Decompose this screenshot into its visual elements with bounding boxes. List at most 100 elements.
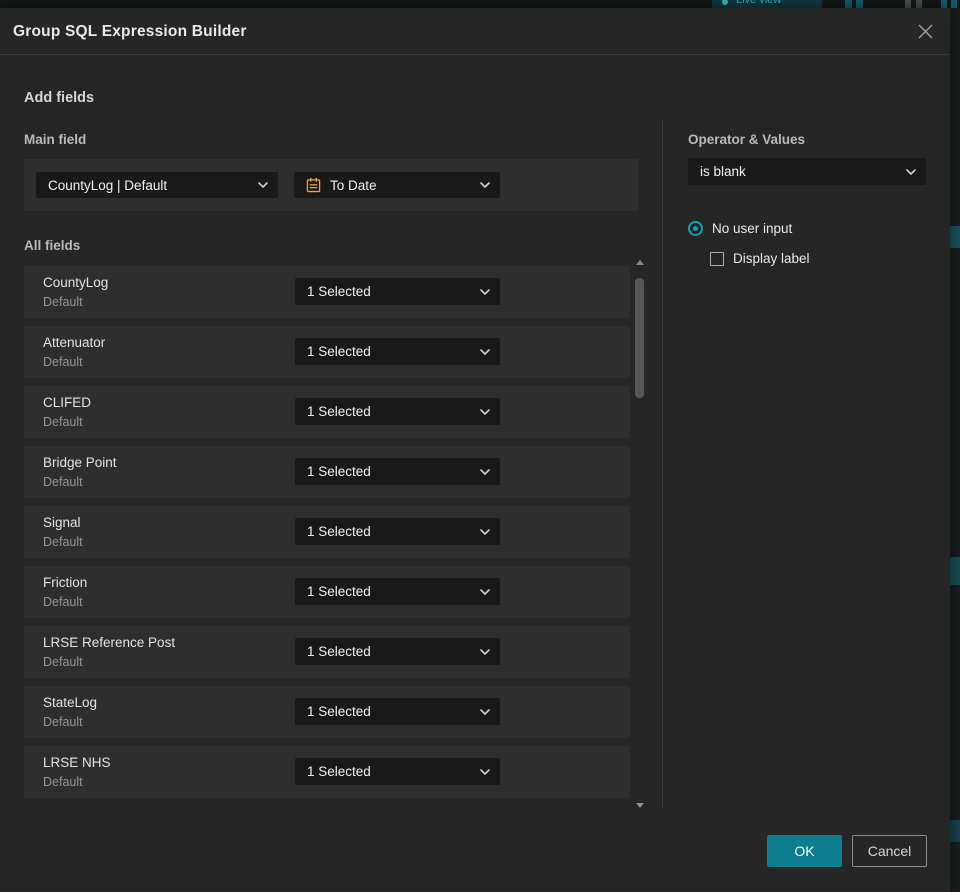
close-button[interactable] xyxy=(911,8,939,55)
chevron-down-icon xyxy=(480,288,490,295)
field-row: Signal Default 1 Selected xyxy=(24,506,630,558)
field-row: CLIFED Default 1 Selected xyxy=(24,386,630,438)
main-field-date-dropdown[interactable]: To Date xyxy=(294,172,500,198)
main-field-container: CountyLog | Default To Date xyxy=(24,159,638,211)
field-sublabel: Default xyxy=(43,475,83,489)
field-row: Bridge Point Default 1 Selected xyxy=(24,446,630,498)
all-fields-list: CountyLog Default 1 Selected Attenuator … xyxy=(24,266,630,806)
checkbox-unchecked-icon[interactable] xyxy=(710,251,724,266)
chevron-down-icon xyxy=(258,182,268,188)
chevron-down-icon xyxy=(480,648,490,655)
field-name: LRSE Reference Post xyxy=(43,635,176,650)
field-selected-dropdown[interactable]: 1 Selected xyxy=(295,638,500,665)
display-label-label: Display label xyxy=(733,251,810,266)
main-field-label: Main field xyxy=(24,132,87,147)
operator-value: is blank xyxy=(700,164,746,179)
field-name: Attenuator xyxy=(43,335,106,350)
field-row: LRSE NHS Default 1 Selected xyxy=(24,746,630,798)
scroll-up-icon[interactable] xyxy=(636,260,644,265)
field-selected-dropdown[interactable]: 1 Selected xyxy=(295,758,500,785)
main-field-source-value: CountyLog | Default xyxy=(48,177,168,193)
dialog-title: Group SQL Expression Builder xyxy=(13,23,247,40)
group-sql-expression-builder-dialog: Group SQL Expression Builder Add fields … xyxy=(0,8,950,892)
field-name: Friction xyxy=(43,575,88,590)
field-name: Signal xyxy=(43,515,81,530)
field-row: CountyLog Default 1 Selected xyxy=(24,266,630,318)
background-toolbar-fragment xyxy=(951,0,957,8)
field-selected-value: 1 Selected xyxy=(307,644,371,659)
all-fields-label: All fields xyxy=(24,238,81,253)
field-sublabel: Default xyxy=(43,415,83,429)
chevron-down-icon xyxy=(906,168,916,175)
field-name: StateLog xyxy=(43,695,98,710)
chevron-down-icon xyxy=(480,708,490,715)
scroll-down-icon[interactable] xyxy=(636,803,644,808)
operator-values-label: Operator & Values xyxy=(688,132,806,147)
live-view-dot-icon xyxy=(722,0,728,5)
field-selected-value: 1 Selected xyxy=(307,464,371,479)
field-sublabel: Default xyxy=(43,655,83,669)
field-selected-dropdown[interactable]: 1 Selected xyxy=(295,518,500,545)
panel-divider xyxy=(662,120,663,808)
field-sublabel: Default xyxy=(43,715,83,729)
field-name: Bridge Point xyxy=(43,455,117,470)
field-row: Attenuator Default 1 Selected xyxy=(24,326,630,378)
dialog-header: Group SQL Expression Builder xyxy=(0,8,950,55)
field-name: CLIFED xyxy=(43,395,92,410)
field-selected-dropdown[interactable]: 1 Selected xyxy=(295,578,500,605)
ok-button[interactable]: OK xyxy=(767,835,842,867)
background-toolbar-fragment xyxy=(905,0,911,8)
cancel-button[interactable]: Cancel xyxy=(852,835,927,867)
operator-dropdown[interactable]: is blank xyxy=(688,158,926,185)
add-fields-heading: Add fields xyxy=(24,90,95,106)
field-selected-dropdown[interactable]: 1 Selected xyxy=(295,338,500,365)
background-app-fragment xyxy=(950,820,960,842)
field-selected-dropdown[interactable]: 1 Selected xyxy=(295,698,500,725)
field-sublabel: Default xyxy=(43,535,83,549)
field-selected-value: 1 Selected xyxy=(307,344,371,359)
field-name: CountyLog xyxy=(43,275,109,290)
field-row: StateLog Default 1 Selected xyxy=(24,686,630,738)
chevron-down-icon xyxy=(480,768,490,775)
field-selected-dropdown[interactable]: 1 Selected xyxy=(295,278,500,305)
live-view-button[interactable]: Live view xyxy=(712,0,822,8)
chevron-down-icon xyxy=(480,408,490,415)
background-toolbar-fragment xyxy=(845,0,852,8)
background-app-fragment xyxy=(950,557,960,585)
chevron-down-icon xyxy=(480,348,490,355)
field-selected-dropdown[interactable]: 1 Selected xyxy=(295,398,500,425)
field-sublabel: Default xyxy=(43,355,83,369)
background-toolbar-fragment xyxy=(941,0,947,8)
chevron-down-icon xyxy=(480,528,490,535)
background-app-top-strip: Live view xyxy=(0,0,960,8)
no-user-input-option[interactable]: No user input xyxy=(688,221,792,236)
chevron-down-icon xyxy=(480,468,490,475)
field-selected-value: 1 Selected xyxy=(307,284,371,299)
field-sublabel: Default xyxy=(43,595,83,609)
chevron-down-icon xyxy=(480,588,490,595)
background-toolbar-fragment xyxy=(856,0,863,8)
live-view-label: Live view xyxy=(736,0,782,6)
field-sublabel: Default xyxy=(43,775,83,789)
chevron-down-icon xyxy=(480,182,490,188)
list-scrollbar[interactable] xyxy=(635,260,645,808)
field-selected-value: 1 Selected xyxy=(307,704,371,719)
background-app-right-sliver xyxy=(950,8,960,892)
field-selected-value: 1 Selected xyxy=(307,524,371,539)
field-row: LRSE Reference Post Default 1 Selected xyxy=(24,626,630,678)
main-field-source-dropdown[interactable]: CountyLog | Default xyxy=(36,172,278,198)
field-name: LRSE NHS xyxy=(43,755,111,770)
field-selected-value: 1 Selected xyxy=(307,404,371,419)
no-user-input-label: No user input xyxy=(712,221,793,236)
field-selected-dropdown[interactable]: 1 Selected xyxy=(295,458,500,485)
field-selected-value: 1 Selected xyxy=(307,764,371,779)
background-app-fragment xyxy=(950,226,960,248)
radio-selected-icon[interactable] xyxy=(688,221,703,236)
field-selected-value: 1 Selected xyxy=(307,584,371,599)
display-label-option[interactable]: Display label xyxy=(710,251,810,266)
calendar-icon xyxy=(306,177,321,193)
field-sublabel: Default xyxy=(43,295,83,309)
field-row: Friction Default 1 Selected xyxy=(24,566,630,618)
main-field-date-value: To Date xyxy=(330,177,377,193)
scrollbar-thumb[interactable] xyxy=(635,278,644,398)
